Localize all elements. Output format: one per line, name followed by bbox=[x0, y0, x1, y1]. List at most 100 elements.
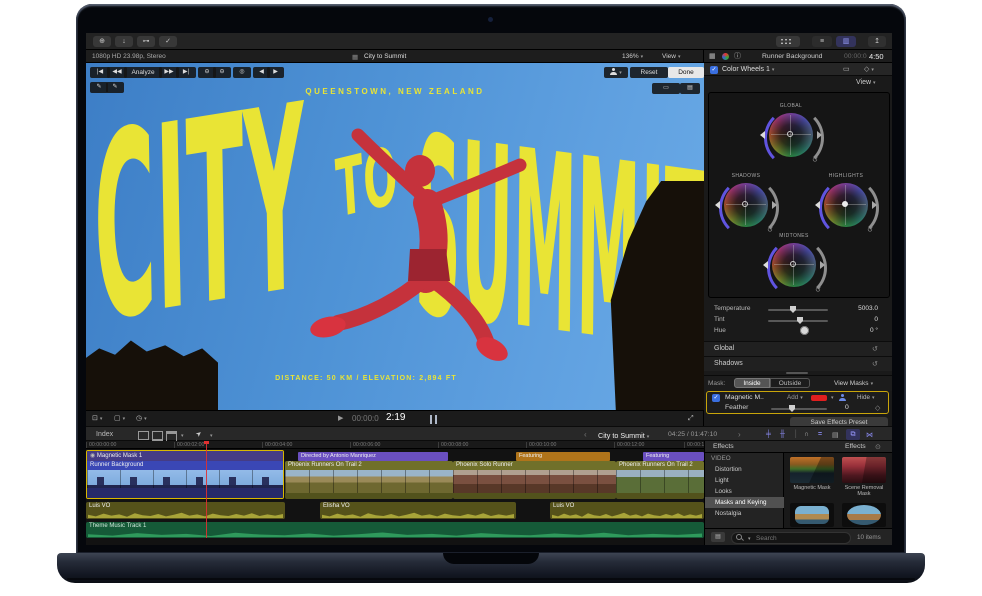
scrollbar[interactable] bbox=[786, 372, 808, 374]
feather-thumb[interactable] bbox=[789, 405, 795, 412]
filter-circle-icon[interactable]: ⊙ bbox=[875, 443, 881, 451]
temperature-thumb[interactable] bbox=[790, 306, 796, 313]
info-inspector-tab[interactable]: ⓘ bbox=[734, 53, 741, 60]
viewer-expand-button[interactable]: ⤢ bbox=[688, 415, 694, 422]
feather-slider[interactable] bbox=[771, 408, 827, 410]
mask-inside-tab[interactable]: Inside bbox=[734, 378, 770, 388]
view-masks-dropdown[interactable]: View Masks▾ bbox=[834, 380, 873, 387]
roll-tool-icon[interactable]: ╫ bbox=[780, 431, 785, 438]
import-button[interactable]: ↓ bbox=[115, 36, 133, 47]
next-item-button[interactable]: ▶ bbox=[267, 67, 284, 78]
reset-icon[interactable]: ↺ bbox=[867, 226, 873, 234]
target-button[interactable]: ◎ bbox=[233, 67, 251, 78]
zoom-level-dropdown[interactable]: 136%▾ bbox=[622, 53, 643, 60]
selected-clip-group[interactable]: ◉ Magnetic Mask 1 Runner Background bbox=[86, 450, 284, 499]
tint-thumb[interactable] bbox=[797, 317, 803, 324]
media-import-button[interactable]: ⊕ bbox=[93, 36, 111, 47]
next-project-button[interactable]: › bbox=[738, 430, 741, 439]
effect-name-dropdown[interactable]: Color Wheels 1▾ bbox=[722, 66, 774, 73]
playhead[interactable] bbox=[206, 441, 207, 538]
color-inspector-tab[interactable] bbox=[722, 53, 729, 60]
midtones-wheel[interactable]: MIDTONES ↺ bbox=[764, 235, 824, 295]
search-input[interactable] bbox=[754, 533, 838, 544]
shadows-wheel[interactable]: SHADOWS ↺ bbox=[716, 175, 776, 235]
background-tasks-button[interactable]: ✓ bbox=[159, 36, 177, 47]
view-dropdown[interactable]: View▾ bbox=[662, 53, 681, 60]
index-button[interactable]: Index bbox=[96, 431, 113, 438]
mask-checkbox[interactable]: ✓ bbox=[712, 394, 720, 402]
title-clip[interactable]: Featuring bbox=[643, 452, 704, 461]
prev-project-button[interactable]: ‹ bbox=[584, 430, 587, 439]
play-button[interactable]: ▶ bbox=[338, 414, 343, 422]
mask-outside-tab[interactable]: Outside bbox=[770, 378, 810, 388]
select-tool-icon[interactable]: ➤ bbox=[194, 429, 204, 439]
keyword-editor-button[interactable]: ⊶ bbox=[137, 36, 155, 47]
effects-browser-button[interactable]: ⧉ bbox=[846, 429, 860, 440]
magnetic-mask-clip[interactable]: ◉ Magnetic Mask 1 bbox=[87, 451, 283, 461]
retime-tool-dropdown[interactable]: ◷▾ bbox=[136, 415, 147, 422]
search-field[interactable]: ▾ bbox=[731, 532, 851, 544]
viewer-canvas[interactable]: QUEENSTOWN, NEW ZEALAND CITY TO SUMMIT bbox=[86, 63, 704, 410]
timeline-toggle-button[interactable]: ≡ bbox=[812, 36, 832, 47]
subject-picker-button[interactable]: ▾ bbox=[604, 67, 628, 78]
effect-thumbnail-magnetic-mask[interactable] bbox=[790, 457, 834, 483]
effect-checkbox[interactable]: ✓ bbox=[710, 66, 718, 74]
reset-icon[interactable]: ↺ bbox=[815, 286, 821, 294]
wheel-left-arrow-icon[interactable] bbox=[760, 131, 765, 139]
category-video[interactable]: VIDEO bbox=[705, 453, 785, 464]
timeline-ruler[interactable]: 00:00:00:00 00:00:02:00 00:00:04:00 00:0… bbox=[86, 441, 704, 449]
video-clip[interactable]: Phoenix Solo Runner bbox=[453, 461, 616, 499]
keyframe-diamond-icon[interactable]: ◇ bbox=[875, 404, 880, 412]
erase-stroke-button[interactable]: ✎ bbox=[106, 82, 124, 93]
trim-tool-icon[interactable]: ╪ bbox=[766, 431, 771, 438]
reset-icon[interactable]: ↺ bbox=[812, 156, 818, 164]
global-section[interactable]: Global ↺ bbox=[704, 341, 892, 356]
category-light[interactable]: Light bbox=[705, 475, 785, 486]
remove-area-button-2[interactable]: ⊖ bbox=[213, 67, 231, 78]
global-wheel[interactable]: GLOBAL ↺ bbox=[761, 105, 821, 165]
transitions-browser-button[interactable]: ⋈ bbox=[866, 431, 873, 439]
video-inspector-tab[interactable]: ▦ bbox=[709, 53, 716, 60]
crop-tool-dropdown[interactable]: ▢▾ bbox=[114, 415, 125, 422]
overlay-appearance-button[interactable]: ▤ bbox=[680, 83, 700, 94]
analyze-button[interactable]: Analyze bbox=[124, 67, 162, 78]
effect-thumbnail-scene-removal-mask[interactable] bbox=[842, 457, 886, 483]
mask-icon[interactable]: ▭ bbox=[843, 66, 850, 73]
keyframe-icon[interactable]: ◇▾ bbox=[864, 66, 874, 73]
category-nostalgia[interactable]: Nostalgia bbox=[705, 508, 785, 519]
project-dropdown[interactable]: City to Summit▾ bbox=[598, 431, 649, 440]
reset-icon[interactable]: ↺ bbox=[872, 360, 878, 368]
transform-tool-dropdown[interactable]: ⊡▾ bbox=[92, 415, 102, 422]
skimming-icon[interactable]: = bbox=[818, 431, 822, 438]
solo-headphones-icon[interactable]: ∩ bbox=[804, 431, 809, 438]
sidebar-toggle-button[interactable]: ▤ bbox=[711, 532, 725, 542]
highlights-wheel[interactable]: HIGHLIGHTS ↺ bbox=[816, 175, 876, 235]
mask-color-swatch[interactable] bbox=[811, 395, 827, 401]
video-clip[interactable]: Phoenix Runners On Trail 2 bbox=[285, 461, 453, 499]
reset-button[interactable]: Reset bbox=[630, 67, 668, 78]
magnetic-mask-item[interactable]: ✓ Magnetic M.. Add▾ ▾ Hide▾ Feather 0 ◇ bbox=[706, 391, 889, 414]
inspector-toggle-button[interactable]: ▥ bbox=[836, 36, 856, 47]
skip-forward-button[interactable]: ▶| bbox=[176, 67, 196, 78]
wheels-view-dropdown[interactable]: View▾ bbox=[856, 79, 876, 86]
clip-appearance-icon[interactable]: ▤ bbox=[832, 431, 839, 439]
done-button[interactable]: Done bbox=[668, 67, 704, 78]
effect-thumbnail-oval-mask[interactable] bbox=[842, 503, 886, 527]
temperature-slider[interactable] bbox=[768, 309, 828, 311]
audio-clip[interactable]: Elisha VO bbox=[320, 502, 516, 519]
hue-knob[interactable] bbox=[800, 326, 809, 335]
category-looks[interactable]: Looks bbox=[705, 486, 785, 497]
reset-icon[interactable]: ↺ bbox=[872, 345, 878, 353]
video-clip[interactable]: Phoenix Runners On Trail 2 bbox=[616, 461, 704, 499]
browser-toggle-button[interactable] bbox=[776, 36, 800, 47]
category-masks-and-keying[interactable]: Masks and Keying bbox=[705, 497, 785, 508]
clip-appearance-icon-1[interactable] bbox=[138, 431, 149, 440]
title-clip[interactable]: Directed by Antonio Manriquez bbox=[298, 452, 448, 461]
audio-clip[interactable]: Luis VO bbox=[550, 502, 704, 519]
music-clip[interactable]: Theme Music Track 1 bbox=[86, 522, 704, 538]
shadows-section[interactable]: Shadows ↺ bbox=[704, 356, 892, 371]
share-button[interactable]: ↥ bbox=[868, 36, 886, 47]
mask-add-dropdown[interactable]: Add▾ bbox=[787, 394, 803, 401]
mask-preview-button[interactable]: ▭ bbox=[652, 83, 680, 94]
mask-hide-dropdown[interactable]: Hide▾ bbox=[857, 394, 874, 401]
